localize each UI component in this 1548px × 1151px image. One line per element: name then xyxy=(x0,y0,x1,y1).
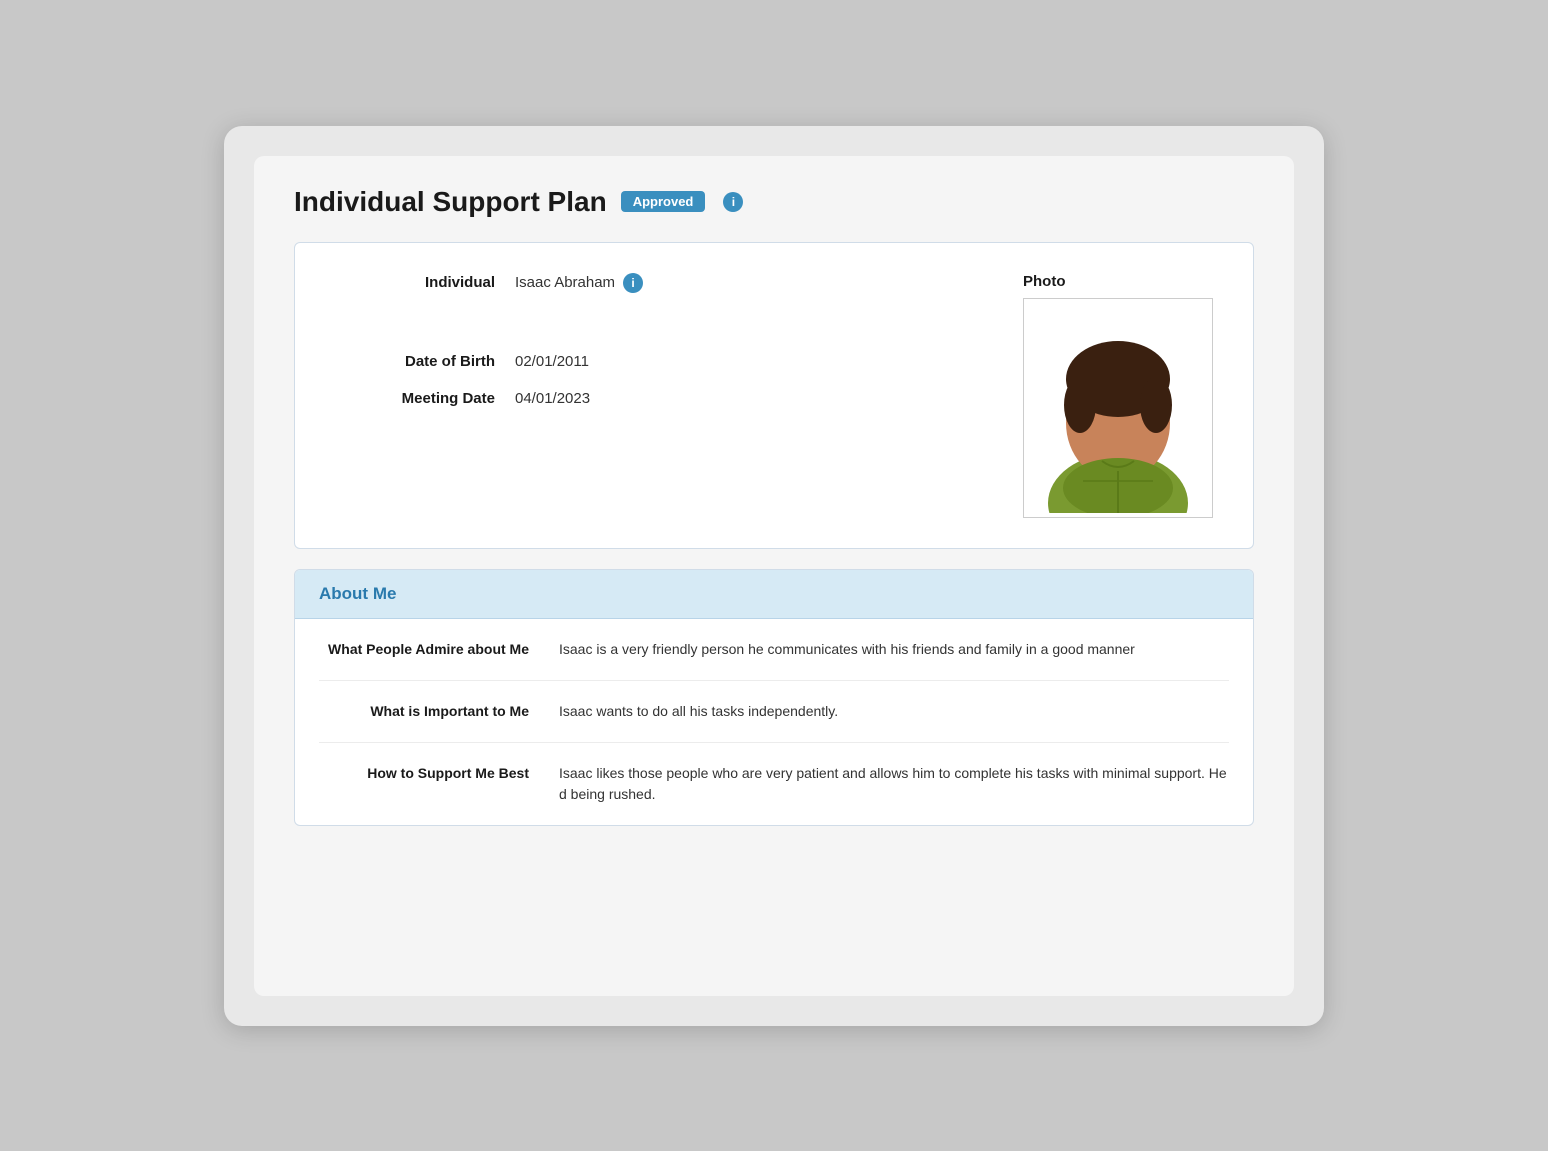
about-value-important: Isaac wants to do all his tasks independ… xyxy=(559,701,1229,722)
about-me-title: About Me xyxy=(319,584,396,603)
photo-frame xyxy=(1023,298,1213,518)
about-me-card: About Me What People Admire about Me Isa… xyxy=(294,569,1254,826)
meeting-date-value: 04/01/2023 xyxy=(515,390,590,407)
about-me-content: What People Admire about Me Isaac is a v… xyxy=(295,619,1253,825)
page-info-icon[interactable]: i xyxy=(723,192,743,212)
avatar xyxy=(1028,303,1208,513)
about-label-support: How to Support Me Best xyxy=(319,763,529,781)
main-info-card: Individual Isaac Abraham i Date of Birth… xyxy=(294,242,1254,549)
page-content: Individual Support Plan Approved i Indiv… xyxy=(254,156,1294,996)
about-label-important: What is Important to Me xyxy=(319,701,529,719)
about-row-support: How to Support Me Best Isaac likes those… xyxy=(319,743,1229,825)
photo-label: Photo xyxy=(1023,273,1066,290)
individual-label: Individual xyxy=(335,274,495,291)
dob-value: 02/01/2011 xyxy=(515,353,589,370)
individual-info: Individual Isaac Abraham i Date of Birth… xyxy=(335,273,983,427)
about-row-important: What is Important to Me Isaac wants to d… xyxy=(319,681,1229,743)
page-title: Individual Support Plan xyxy=(294,186,607,218)
about-me-header: About Me xyxy=(295,570,1253,619)
about-label-admire: What People Admire about Me xyxy=(319,639,529,657)
meeting-date-row: Meeting Date 04/01/2023 xyxy=(335,390,983,407)
individual-row: Individual Isaac Abraham i xyxy=(335,273,983,293)
about-value-admire: Isaac is a very friendly person he commu… xyxy=(559,639,1229,660)
window-frame: Individual Support Plan Approved i Indiv… xyxy=(224,126,1324,1026)
page-header: Individual Support Plan Approved i xyxy=(294,186,1254,218)
individual-section: Individual Isaac Abraham i Date of Birth… xyxy=(335,273,1213,518)
individual-name: Isaac Abraham xyxy=(515,274,615,291)
photo-section: Photo xyxy=(1023,273,1213,518)
status-badge: Approved xyxy=(621,191,706,212)
meeting-date-label: Meeting Date xyxy=(335,390,495,407)
individual-name-container: Isaac Abraham i xyxy=(515,273,643,293)
individual-info-icon[interactable]: i xyxy=(623,273,643,293)
dob-label: Date of Birth xyxy=(335,353,495,370)
dob-row: Date of Birth 02/01/2011 xyxy=(335,353,983,370)
about-value-support: Isaac likes those people who are very pa… xyxy=(559,763,1229,805)
about-row-admire: What People Admire about Me Isaac is a v… xyxy=(319,619,1229,681)
